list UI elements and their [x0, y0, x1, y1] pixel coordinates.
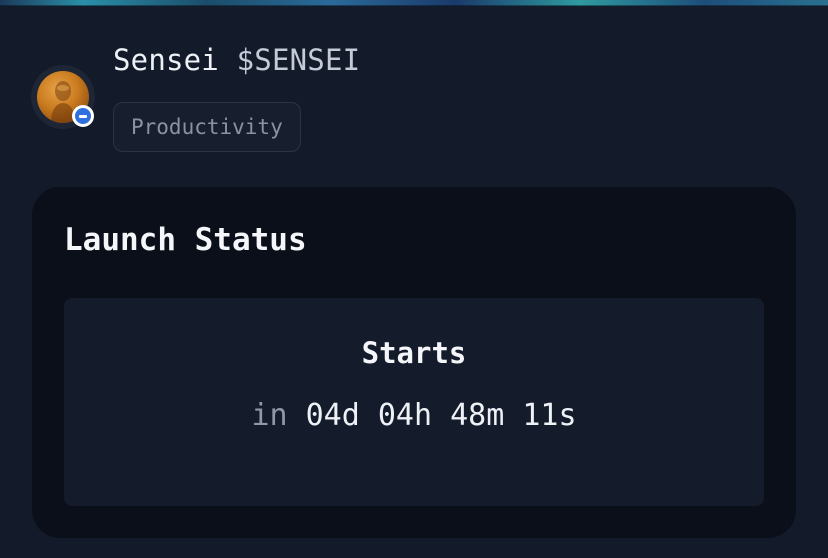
countdown-value: 04d 04h 48m 11s: [305, 398, 577, 433]
token-name: Sensei: [113, 43, 219, 77]
category-tag[interactable]: Productivity: [113, 102, 301, 152]
header-banner: [0, 0, 828, 6]
launch-status-heading: Launch Status: [64, 222, 307, 258]
token-symbol: $SENSEI: [236, 43, 361, 77]
chain-badge-icon: [72, 105, 94, 127]
launch-status-label: Starts: [361, 336, 467, 370]
countdown-prefix: in: [251, 398, 288, 433]
launch-countdown-box: Starts in 04d 04h 48m 11s: [64, 298, 764, 506]
token-title: Sensei $SENSEI: [113, 43, 360, 77]
launch-countdown: in 04d 04h 48m 11s: [64, 398, 764, 433]
launch-status-card: Launch Status Starts in 04d 04h 48m 11s: [32, 187, 796, 538]
